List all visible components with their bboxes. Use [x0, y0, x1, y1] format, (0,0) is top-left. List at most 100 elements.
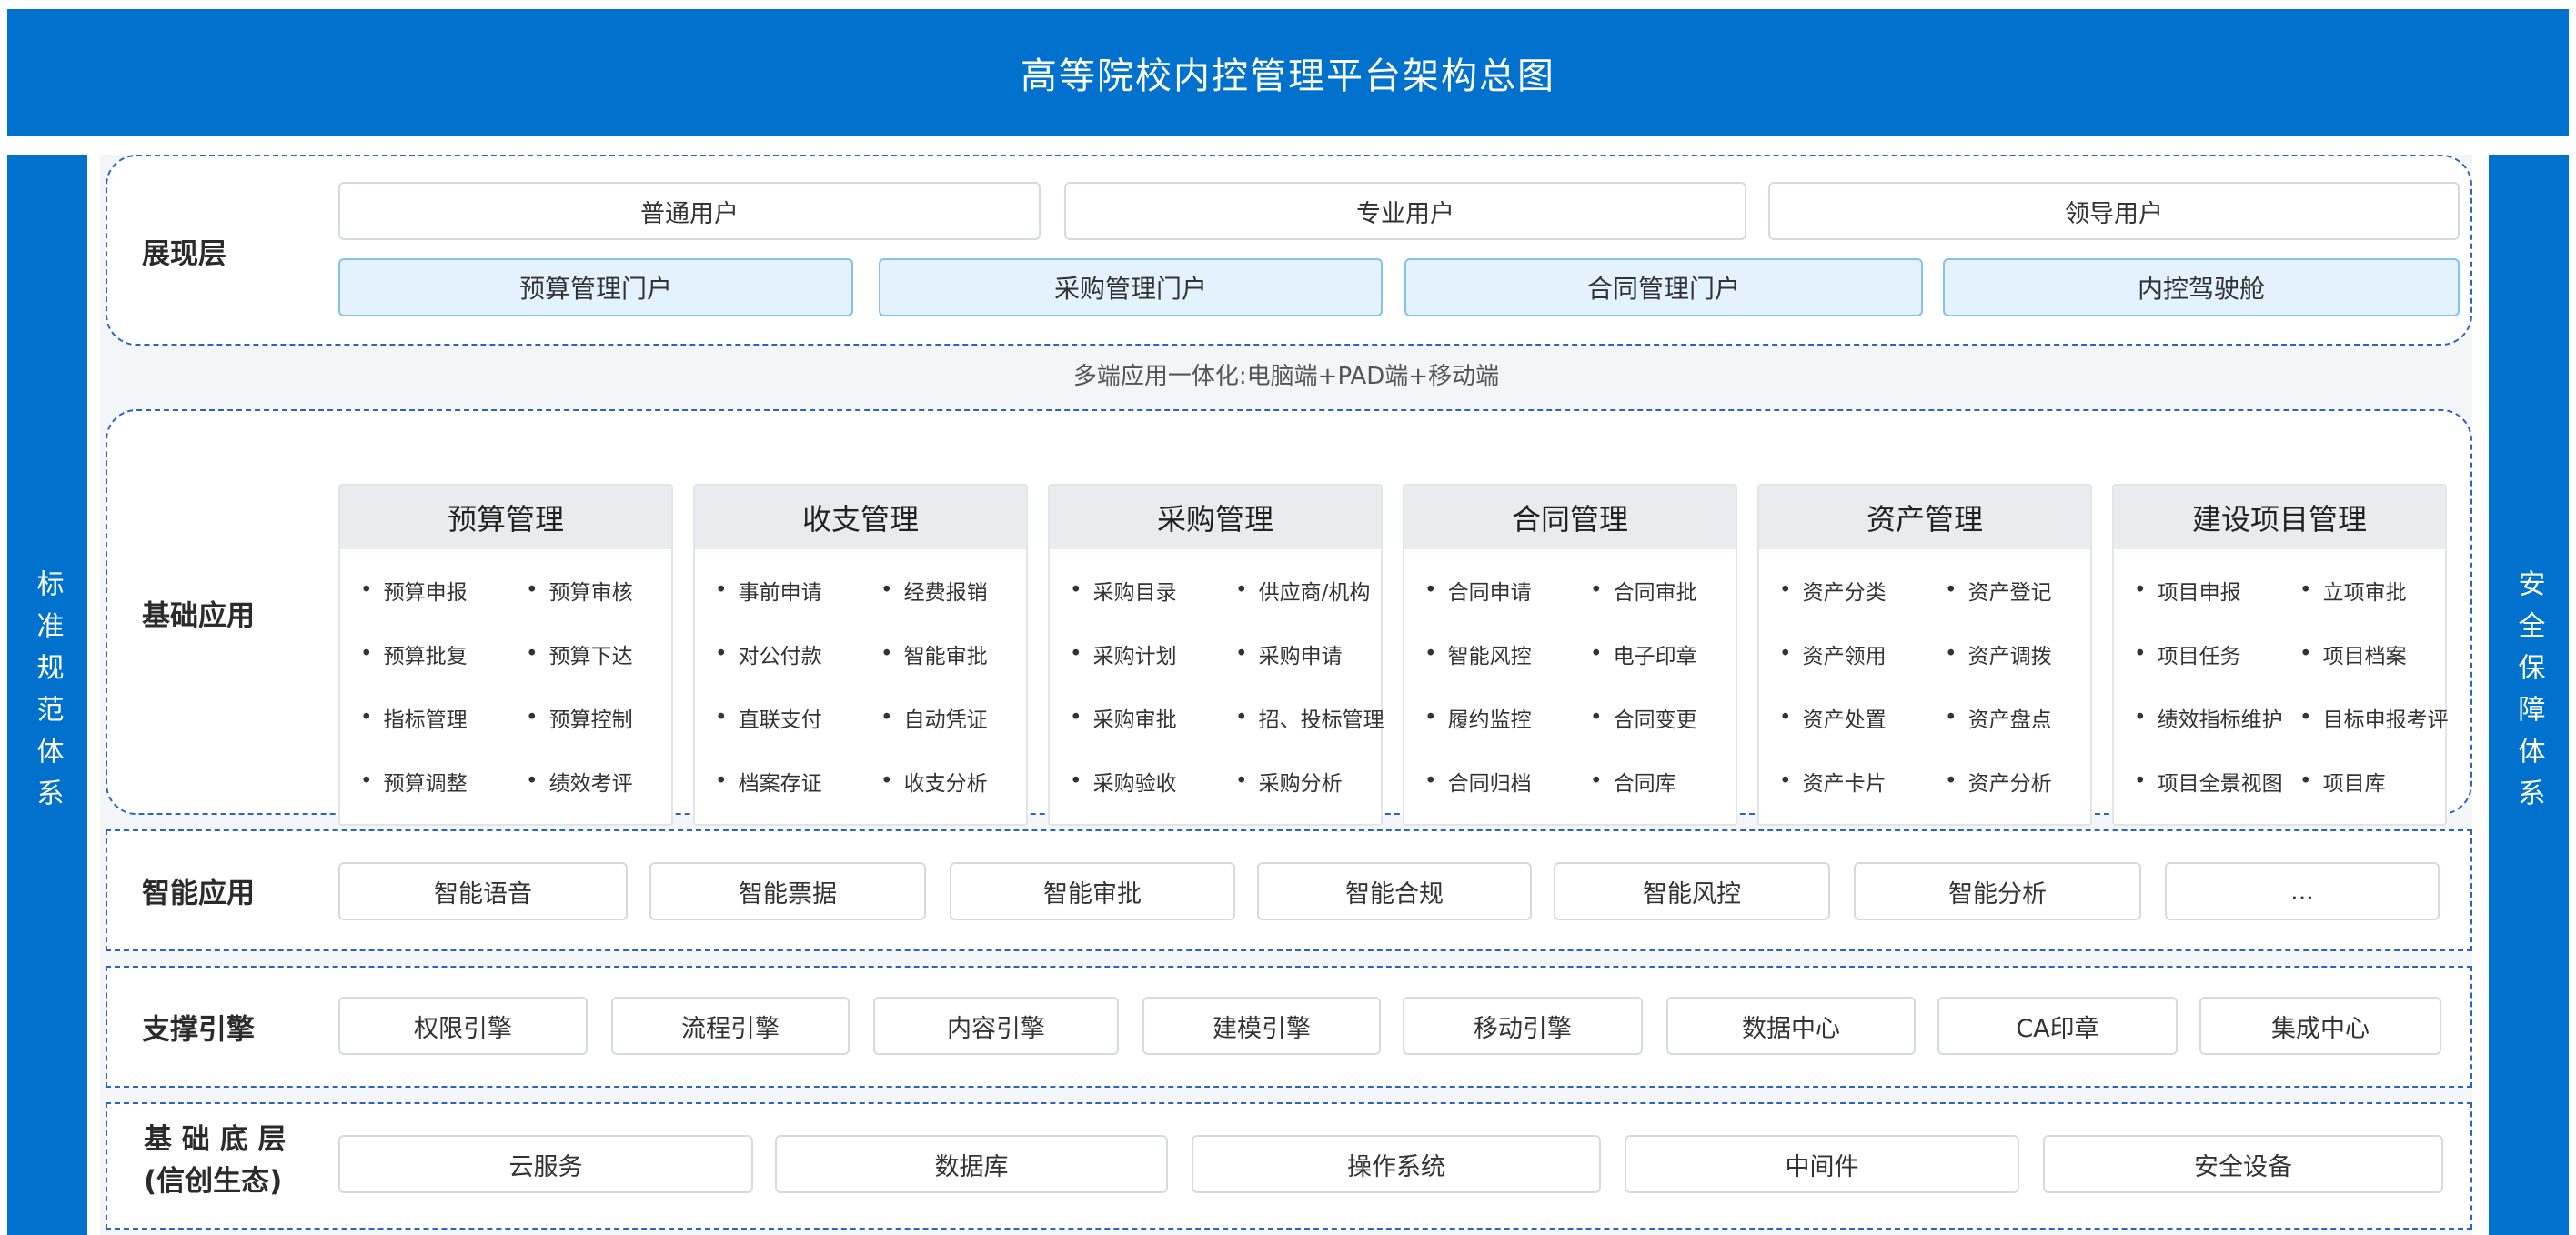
infra-box: 操作系统	[1192, 1135, 1601, 1193]
user-type-box: 普通用户	[338, 182, 1041, 240]
module-item: 合同归档	[1424, 749, 1590, 813]
module-card: 资产管理资产分类资产登记资产领用资产调拨资产处置资产盘点资产卡片资产分析	[1757, 484, 2092, 826]
module-title: 收支管理	[695, 486, 1026, 549]
engine-box: 权限引擎	[338, 997, 588, 1055]
engine-box: 移动引擎	[1403, 997, 1643, 1055]
module-item: 采购目录	[1070, 558, 1235, 622]
module-item: 资产卡片	[1779, 749, 1945, 813]
infrastructure-label: 基 础 底 层 (信创生态)	[144, 1119, 286, 1202]
module-card: 收支管理事前申请经费报销对公付款智能审批直联支付自动凭证档案存证收支分析	[693, 484, 1028, 826]
infrastructure-layer: 基 础 底 层 (信创生态) 云服务 数据库 操作系统 中间件 安全设备	[106, 1102, 2472, 1230]
module-item: 预算控制	[526, 686, 691, 749]
module-item: 资产分类	[1779, 558, 1945, 622]
module-item: 项目申报	[2134, 558, 2299, 622]
module-item: 经费报销	[880, 558, 1046, 622]
smart-app-box: 智能票据	[649, 862, 926, 920]
smart-app-box: 智能审批	[950, 862, 1235, 920]
module-item: 采购验收	[1070, 749, 1235, 813]
module-item-list: 事前申请经费报销对公付款智能审批直联支付自动凭证档案存证收支分析	[695, 549, 1026, 813]
smart-app-box: 智能语音	[338, 862, 628, 920]
page-title: 高等院校内控管理平台架构总图	[7, 9, 2569, 136]
engines-layer: 支撑引擎 权限引擎 流程引擎 内容引擎 建模引擎 移动引擎 数据中心 CA印章 …	[106, 966, 2472, 1088]
user-type-box: 专业用户	[1064, 182, 1746, 240]
module-item: 预算审核	[526, 558, 691, 622]
module-item: 履约监控	[1424, 686, 1590, 749]
module-item: 档案存证	[715, 749, 880, 813]
engine-box: 流程引擎	[611, 997, 850, 1055]
module-item: 合同变更	[1590, 686, 1756, 749]
basic-apps-layer: 基础应用 预算管理预算申报预算审核预算批复预算下达指标管理预算控制预算调整绩效考…	[106, 409, 2472, 826]
portal-box: 预算管理门户	[338, 258, 853, 316]
module-item: 智能风控	[1424, 622, 1590, 686]
infrastructure-label-line1: 基 础 底 层	[144, 1123, 287, 1156]
engines-label: 支撑引擎	[142, 1013, 255, 1047]
engine-box: 集成中心	[2199, 997, 2441, 1055]
module-card: 采购管理采购目录供应商/机构采购计划采购申请采购审批招、投标管理采购验收采购分析	[1048, 484, 1384, 826]
module-title: 采购管理	[1050, 486, 1381, 549]
module-item: 绩效指标维护	[2134, 686, 2299, 749]
module-item: 采购分析	[1235, 749, 1401, 813]
module-title: 资产管理	[1759, 486, 2090, 549]
module-item: 预算申报	[360, 558, 526, 622]
module-item: 资产盘点	[1945, 686, 2110, 749]
engine-box: 内容引擎	[873, 997, 1119, 1055]
module-item: 对公付款	[715, 622, 880, 686]
module-item: 项目全景视图	[2134, 749, 2299, 813]
module-item: 采购审批	[1070, 686, 1235, 749]
module-item: 立项审批	[2299, 558, 2465, 622]
module-item: 供应商/机构	[1235, 558, 1401, 622]
module-item: 资产领用	[1779, 622, 1945, 686]
user-type-box: 领导用户	[1768, 182, 2460, 240]
module-item: 合同申请	[1424, 558, 1590, 622]
module-item: 电子印章	[1590, 622, 1756, 686]
module-item: 资产调拨	[1945, 622, 2110, 686]
module-item: 目标申报考评	[2299, 686, 2465, 749]
security-pillar: 安全保障体系	[2489, 155, 2569, 1235]
module-item: 项目档案	[2299, 622, 2465, 686]
module-item: 预算下达	[526, 622, 691, 686]
basic-apps-label: 基础应用	[142, 599, 255, 633]
standards-pillar: 标准规范体系	[7, 155, 87, 1235]
engine-box: 数据中心	[1666, 997, 1916, 1055]
portal-box: 采购管理门户	[879, 258, 1383, 316]
presentation-layer: 展现层 普通用户 专业用户 领导用户 预算管理门户 采购管理门户 合同管理门户 …	[106, 155, 2472, 346]
module-item: 直联支付	[715, 686, 880, 749]
module-item: 资产处置	[1779, 686, 1945, 749]
engine-box: CA印章	[1937, 997, 2178, 1055]
infra-box: 安全设备	[2043, 1135, 2443, 1193]
module-title: 建设项目管理	[2114, 486, 2445, 549]
smart-app-box: ...	[2165, 862, 2440, 920]
module-card: 预算管理预算申报预算审核预算批复预算下达指标管理预算控制预算调整绩效考评	[338, 484, 673, 826]
module-item: 合同库	[1590, 749, 1756, 813]
module-item: 合同审批	[1590, 558, 1756, 622]
module-item: 采购申请	[1235, 622, 1401, 686]
multi-terminal-caption: 多端应用一体化:电脑端+PAD端+移动端	[1072, 363, 1500, 390]
module-item: 资产登记	[1945, 558, 2110, 622]
module-item: 项目库	[2299, 749, 2465, 813]
portal-box: 内控驾驶舱	[1943, 258, 2460, 316]
module-item-list: 合同申请合同审批智能风控电子印章履约监控合同变更合同归档合同库	[1404, 549, 1736, 813]
module-card: 建设项目管理项目申报立项审批项目任务项目档案绩效指标维护目标申报考评项目全景视图…	[2112, 484, 2449, 826]
module-item: 收支分析	[880, 749, 1046, 813]
module-item: 采购计划	[1070, 622, 1235, 686]
smart-apps-label: 智能应用	[142, 877, 255, 910]
engine-box: 建模引擎	[1142, 997, 1381, 1055]
module-item: 资产分析	[1945, 749, 2110, 813]
module-item: 项目任务	[2134, 622, 2299, 686]
module-item-list: 资产分类资产登记资产领用资产调拨资产处置资产盘点资产卡片资产分析	[1759, 549, 2090, 813]
presentation-layer-label: 展现层	[142, 237, 226, 271]
module-item: 预算批复	[360, 622, 526, 686]
module-item-list: 采购目录供应商/机构采购计划采购申请采购审批招、投标管理采购验收采购分析	[1050, 549, 1384, 813]
infra-box: 云服务	[338, 1135, 753, 1193]
smart-apps-layer: 智能应用 智能语音 智能票据 智能审批 智能合规 智能风控 智能分析 ...	[106, 829, 2472, 951]
module-title: 合同管理	[1404, 486, 1736, 549]
module-item: 绩效考评	[526, 749, 691, 813]
smart-app-box: 智能风控	[1554, 862, 1830, 920]
module-item-list: 项目申报立项审批项目任务项目档案绩效指标维护目标申报考评项目全景视图项目库	[2114, 549, 2449, 813]
module-item: 自动凭证	[880, 686, 1046, 749]
infra-box: 数据库	[775, 1135, 1168, 1193]
module-item: 预算调整	[360, 749, 526, 813]
infra-box: 中间件	[1625, 1135, 2019, 1193]
module-item: 招、投标管理	[1235, 686, 1401, 749]
module-item-list: 预算申报预算审核预算批复预算下达指标管理预算控制预算调整绩效考评	[340, 549, 671, 813]
